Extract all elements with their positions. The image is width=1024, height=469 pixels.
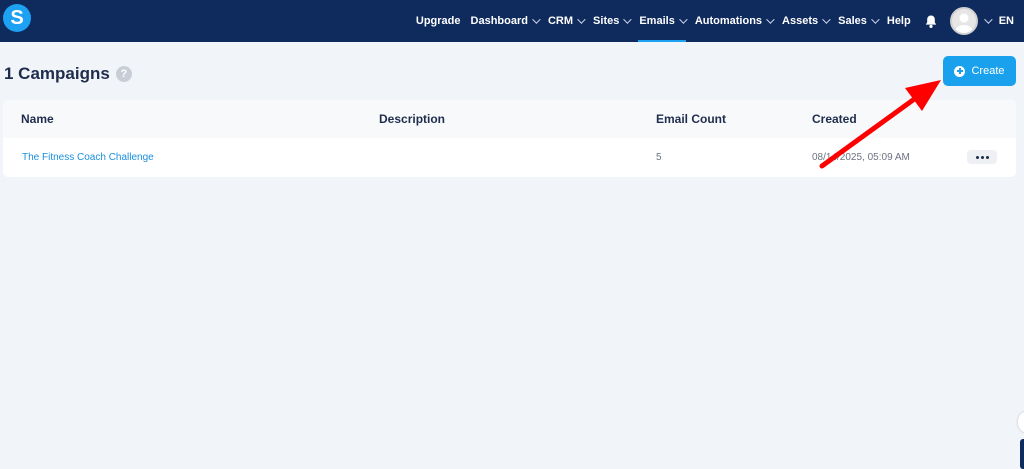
page-title-text: 1 Campaigns [4,64,110,83]
plus-circle-icon [954,65,966,77]
top-navigation-bar: S Upgrade Dashboard CRM Sites Emails Aut… [0,0,1024,42]
avatar [949,7,978,35]
main-nav: Upgrade Dashboard CRM Sites Emails Autom… [411,0,1024,42]
main-content: 1 Campaigns ? Create Name Description Em… [0,42,1024,469]
nav-upgrade-label: Upgrade [415,15,461,27]
nav-sales[interactable]: Sales [833,0,882,42]
nav-help[interactable]: Help [882,0,916,42]
campaign-name-link[interactable]: The Fitness Coach Challenge [22,152,154,163]
more-dot [980,155,984,159]
nav-dashboard[interactable]: Dashboard [466,0,543,42]
create-campaign-button[interactable]: Create [943,56,1016,86]
more-dot [985,155,989,159]
nav-automations-label: Automations [694,15,763,27]
user-silhouette-icon [954,13,973,33]
row-actions-button[interactable] [967,150,997,164]
nav-sites[interactable]: Sites [588,0,634,42]
column-header-created[interactable]: Created [812,112,857,126]
chevron-down-icon [577,15,586,24]
nav-crm-label: CRM [547,15,574,27]
nav-dashboard-label: Dashboard [470,15,528,27]
more-dot [975,155,979,159]
user-menu[interactable] [946,0,994,42]
create-button-label: Create [971,65,1005,77]
campaigns-table: Name Description Email Count Created The… [3,100,1016,177]
side-widget-tab[interactable] [1018,411,1024,433]
help-icon[interactable]: ? [115,66,132,82]
campaign-email-count: 5 [656,152,662,163]
table-header: Name Description Email Count Created [3,100,1016,138]
nav-sites-label: Sites [593,15,620,27]
page-title: 1 Campaigns ? [4,64,132,84]
nav-automations[interactable]: Automations [690,0,777,42]
nav-crm[interactable]: CRM [543,0,588,42]
chevron-down-icon [822,15,831,24]
brand-logo[interactable]: S [3,4,31,32]
column-header-description[interactable]: Description [379,112,445,126]
chevron-down-icon [532,15,541,24]
nav-emails[interactable]: Emails [634,0,689,42]
nav-emails-label: Emails [639,15,675,27]
language-label: EN [998,15,1014,27]
side-widget-bar[interactable] [1020,439,1024,469]
chevron-down-icon [766,15,775,24]
nav-assets-label: Assets [782,15,819,27]
nav-assets[interactable]: Assets [777,0,833,42]
bell-icon[interactable] [916,0,946,42]
nav-upgrade[interactable]: Upgrade [411,0,466,42]
chevron-down-icon [983,15,993,24]
campaign-created-date: 08/14/2025, 05:09 AM [812,152,910,163]
nav-sales-label: Sales [838,15,867,27]
chevron-down-icon [871,15,880,24]
chevron-down-icon [678,15,688,24]
nav-help-label: Help [886,15,911,27]
language-selector[interactable]: EN [994,0,1024,42]
column-header-name[interactable]: Name [21,112,54,126]
column-header-email-count[interactable]: Email Count [656,112,726,126]
chevron-down-icon [623,15,633,24]
